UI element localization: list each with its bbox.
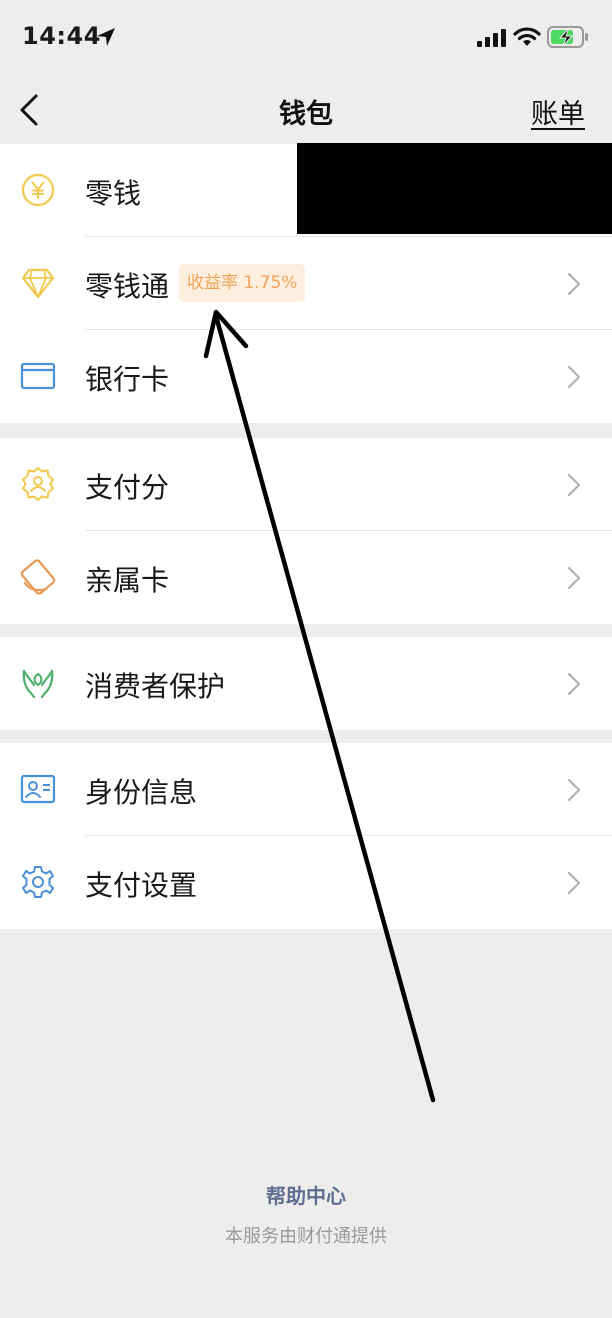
location-arrow-icon xyxy=(97,28,115,46)
status-time: 14:44 xyxy=(22,22,101,50)
consumer-protection-icon xyxy=(22,669,54,699)
list-item-lingqiantong[interactable]: 零钱通 收益率 1.75% xyxy=(0,237,612,330)
help-center-link[interactable]: 帮助中心 xyxy=(0,1180,612,1209)
list-item-label: 亲属卡 xyxy=(85,564,170,597)
nav-bar: 钱包 账单 xyxy=(0,76,612,144)
list-item-label: 消费者保护 xyxy=(85,670,226,703)
family-card-icon xyxy=(20,559,56,595)
list-item-bank-card[interactable]: 银行卡 xyxy=(0,330,612,423)
list-item-label: 零钱 xyxy=(85,177,142,210)
list-item-label: 身份信息 xyxy=(85,776,198,809)
chevron-right-icon xyxy=(567,871,581,895)
wallet-section-protection: 消费者保护 xyxy=(0,637,612,730)
pay-score-icon xyxy=(22,467,54,501)
list-item-consumer-protection[interactable]: 消费者保护 xyxy=(0,637,612,730)
chevron-right-icon xyxy=(567,566,581,590)
battery-charging-icon xyxy=(547,26,588,48)
yuan-coin-icon xyxy=(21,173,55,207)
list-item-family-card[interactable]: 亲属卡 xyxy=(0,531,612,624)
chevron-right-icon xyxy=(567,365,581,389)
wallet-section-credit: 支付分 亲属卡 xyxy=(0,438,612,624)
list-item-identity-info[interactable]: 身份信息 xyxy=(0,743,612,836)
chevron-right-icon xyxy=(567,473,581,497)
diamond-icon xyxy=(21,268,55,299)
list-item-pay-score[interactable]: 支付分 xyxy=(0,438,612,531)
cellular-signal-icon xyxy=(477,29,506,47)
gear-icon xyxy=(22,866,54,898)
chevron-right-icon xyxy=(567,672,581,696)
status-bar: 14:44 xyxy=(0,0,612,76)
chevron-right-icon xyxy=(567,272,581,296)
redacted-area xyxy=(297,143,612,234)
id-card-icon xyxy=(20,774,56,804)
list-item-label: 银行卡 xyxy=(85,363,170,396)
list-item-label: 零钱通 xyxy=(85,270,170,303)
wifi-icon xyxy=(513,27,541,46)
list-item-label: 支付设置 xyxy=(85,869,198,902)
provider-note: 本服务由财付通提供 xyxy=(225,1226,387,1247)
bill-button[interactable]: 账单 xyxy=(531,92,585,131)
list-item-payment-settings[interactable]: 支付设置 xyxy=(0,836,612,929)
wallet-section-settings: 身份信息 支付设置 xyxy=(0,743,612,929)
page-title: 钱包 xyxy=(279,99,333,130)
list-item-label: 支付分 xyxy=(85,471,170,504)
yield-rate-badge: 收益率 1.75% xyxy=(179,264,306,302)
chevron-right-icon xyxy=(567,778,581,802)
bank-card-icon xyxy=(20,362,56,390)
